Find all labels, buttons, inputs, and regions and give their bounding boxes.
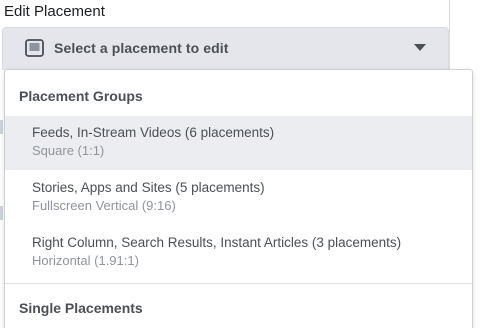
option-subtitle: Fullscreen Vertical (9:16)	[32, 198, 176, 213]
placement-dropdown-menu: Placement Groups Feeds, In-Stream Videos…	[4, 69, 473, 328]
device-screen-icon	[25, 39, 44, 57]
background-edge-mark	[0, 120, 3, 134]
option-title: Right Column, Search Results, Instant Ar…	[32, 235, 402, 250]
single-placements-header: Single Placements	[19, 300, 143, 316]
option-title: Stories, Apps and Sites (5 placements)	[32, 180, 265, 195]
background-edge-mark	[0, 206, 3, 220]
edit-placement-panel: Edit Placement Select a placement to edi…	[0, 0, 480, 328]
option-right-column[interactable]: Right Column, Search Results, Instant Ar…	[5, 226, 472, 280]
select-placeholder: Select a placement to edit	[54, 40, 229, 56]
option-stories-apps-sites[interactable]: Stories, Apps and Sites (5 placements) F…	[5, 171, 472, 225]
placement-select[interactable]: Select a placement to edit	[2, 27, 449, 70]
chevron-down-icon[interactable]	[414, 44, 426, 51]
option-subtitle: Horizontal (1.91:1)	[32, 253, 139, 268]
option-title: Feeds, In-Stream Videos (6 placements)	[32, 125, 275, 140]
edit-placement-label: Edit Placement	[4, 3, 105, 20]
option-subtitle: Square (1:1)	[32, 143, 105, 158]
section-divider	[5, 283, 472, 284]
option-feeds-instream[interactable]: Feeds, In-Stream Videos (6 placements) S…	[5, 116, 472, 170]
placement-groups-header: Placement Groups	[19, 88, 143, 104]
